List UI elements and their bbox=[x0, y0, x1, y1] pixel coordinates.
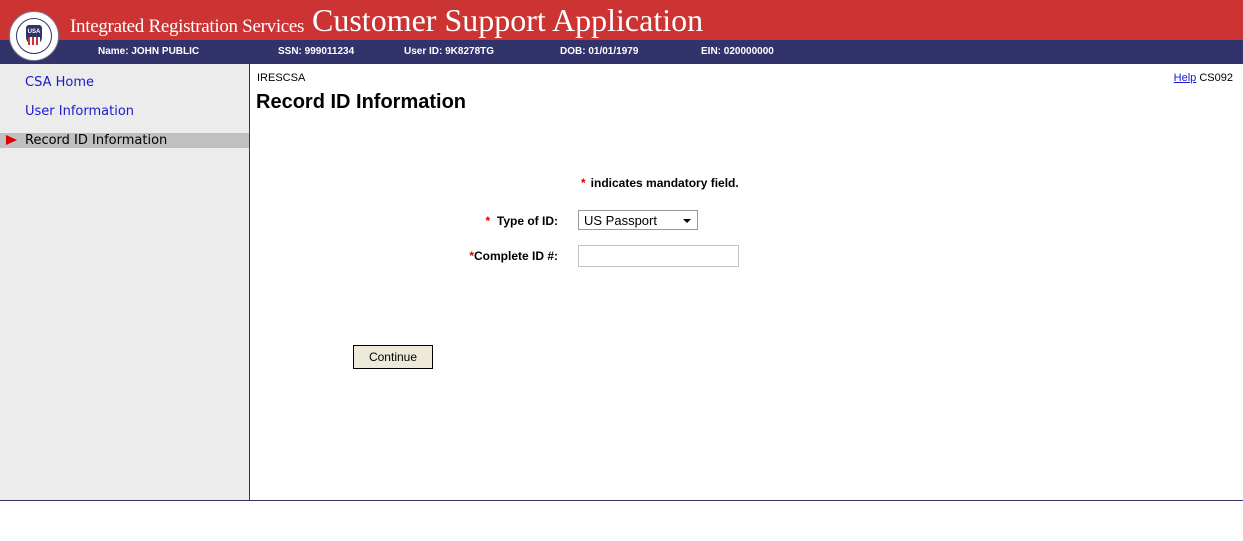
type-of-id-label: * Type of ID: bbox=[486, 214, 558, 228]
user-ssn: SSN: 999011234 bbox=[278, 46, 355, 57]
complete-id-label: *Complete ID #: bbox=[469, 249, 558, 263]
app-title: Customer Support Application bbox=[312, 2, 704, 38]
required-asterisk: * bbox=[485, 214, 491, 228]
continue-button[interactable]: Continue bbox=[353, 345, 433, 369]
screen-code: CS092 bbox=[1199, 72, 1233, 84]
user-dob: DOB: 01/01/1979 bbox=[560, 46, 639, 57]
sidebar-item-csa-home[interactable]: CSA Home bbox=[25, 75, 94, 90]
user-id: User ID: 9K8278TG bbox=[404, 46, 495, 57]
page-title: Record ID Information bbox=[256, 91, 467, 113]
type-of-id-selected-value: US Passport bbox=[584, 213, 657, 228]
mandatory-note-text: indicates mandatory field. bbox=[590, 176, 739, 190]
help-link[interactable]: Help bbox=[1174, 72, 1197, 84]
app-subtitle: Integrated Registration Services bbox=[70, 16, 305, 37]
complete-id-label-text: Complete ID #: bbox=[473, 249, 558, 263]
type-of-id-select[interactable]: US Passport bbox=[578, 210, 698, 230]
right-arrow-icon bbox=[6, 135, 17, 145]
complete-id-input[interactable] bbox=[578, 245, 739, 267]
type-of-id-label-text: Type of ID: bbox=[496, 214, 558, 228]
seal-center-text: USA bbox=[27, 29, 41, 35]
user-name: Name: JOHN PUBLIC bbox=[98, 46, 200, 57]
chevron-down-icon bbox=[683, 219, 691, 223]
user-ein: EIN: 020000000 bbox=[701, 46, 774, 57]
sidebar: CSA Home User Information Record ID Info… bbox=[0, 64, 250, 500]
sidebar-item-label: Record ID Information bbox=[25, 133, 168, 148]
ssa-seal-logo: USA bbox=[9, 11, 59, 61]
help-area: Help CS092 bbox=[1174, 72, 1233, 84]
required-asterisk: * bbox=[581, 176, 586, 190]
sidebar-item-record-id-information[interactable]: Record ID Information bbox=[0, 133, 249, 148]
footer-divider bbox=[0, 500, 1243, 501]
seal-ring: USA bbox=[16, 18, 52, 54]
breadcrumb: IRESCSA bbox=[257, 72, 306, 84]
sidebar-item-user-information[interactable]: User Information bbox=[25, 104, 134, 119]
seal-stripes bbox=[28, 37, 40, 45]
mandatory-note: * indicates mandatory field. bbox=[581, 176, 739, 190]
